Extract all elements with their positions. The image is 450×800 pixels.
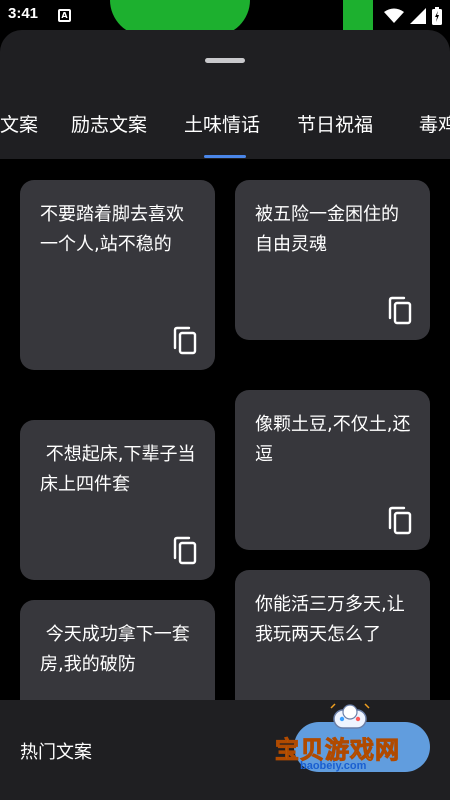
quote-text: 不要踏着脚去喜欢一个人,站不稳的 — [40, 204, 184, 255]
quote-text: 你能活三万多天,让我玩两天怎么了 — [255, 594, 405, 645]
copy-icon[interactable] — [172, 326, 198, 356]
status-icons — [384, 7, 442, 25]
quote-text: 今天成功拿下一套房,我的破防 — [40, 624, 190, 675]
tab-jieri[interactable]: 节日祝福 — [297, 110, 373, 137]
quote-grid: 不要踏着脚去喜欢一个人,站不稳的 不想起床,下辈子当床上四件套 今天成功拿下一套… — [0, 159, 450, 700]
copy-icon[interactable] — [387, 296, 413, 326]
bottom-sheet: 文案 励志文案 土味情话 节日祝福 毒鸡 不要踏着脚去喜欢一个人,站不稳的 不想… — [0, 30, 450, 800]
category-tabs: 文案 励志文案 土味情话 节日祝福 毒鸡 — [0, 110, 450, 160]
drag-handle[interactable] — [205, 58, 245, 63]
watermark-logo: 宝贝游戏网 baobeiy.com — [272, 700, 434, 780]
quote-text: 被五险一金困住的自由灵魂 — [255, 204, 399, 255]
notification-app-icon: A — [58, 9, 71, 22]
gamepad-icon — [330, 703, 370, 729]
tab-selected-indicator — [204, 155, 246, 158]
quote-card[interactable]: 今天成功拿下一套房,我的破防 — [20, 600, 215, 700]
tab-duji[interactable]: 毒鸡 — [419, 110, 450, 137]
watermark-url: baobeiy.com — [300, 760, 367, 772]
quote-text: 像颗土豆,不仅土,还逗 — [255, 414, 411, 465]
copy-icon[interactable] — [172, 536, 198, 566]
status-bar: 3:41 A — [0, 0, 450, 36]
quote-card[interactable]: 你能活三万多天,让我玩两天怎么了 — [235, 570, 430, 700]
tab-wenan[interactable]: 文案 — [0, 110, 38, 137]
status-time: 3:41 — [8, 5, 39, 22]
quote-card[interactable]: 被五险一金困住的自由灵魂 — [235, 180, 430, 340]
tab-tuwei[interactable]: 土味情话 — [184, 110, 260, 137]
wifi-icon — [384, 8, 404, 23]
copy-icon[interactable] — [387, 506, 413, 536]
quote-card[interactable]: 不想起床,下辈子当床上四件套 — [20, 420, 215, 580]
signal-icon — [410, 8, 426, 24]
quote-card[interactable]: 像颗土豆,不仅土,还逗 — [235, 390, 430, 550]
hot-quotes-label[interactable]: 热门文案 — [20, 738, 92, 764]
quote-card[interactable]: 不要踏着脚去喜欢一个人,站不稳的 — [20, 180, 215, 370]
quote-text: 不想起床,下辈子当床上四件套 — [40, 444, 196, 495]
tab-lizhi[interactable]: 励志文案 — [71, 110, 147, 137]
background-decoration — [343, 0, 373, 32]
battery-icon — [432, 7, 442, 25]
